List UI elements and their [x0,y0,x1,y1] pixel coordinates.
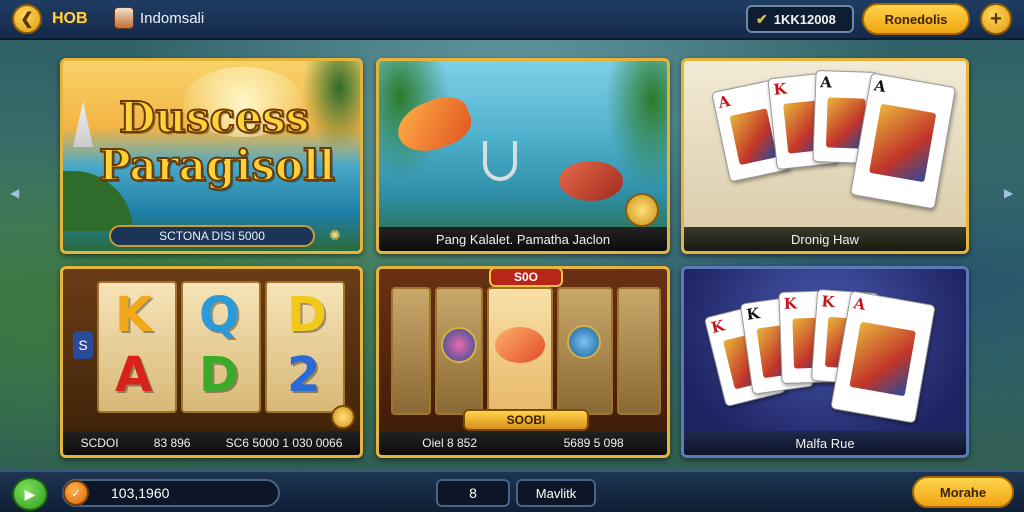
slot-symbol: K [115,287,153,343]
sailboat-icon [73,101,93,147]
game-title-line1: Duscess [118,92,310,143]
balance-value: 103,1960 [111,485,170,501]
gold-coins-icon [625,193,659,227]
coin-icon: ✓ [63,480,89,506]
caption-right: 5689 5 098 [563,436,624,450]
username: Indomsali [140,10,205,27]
hub-label[interactable]: HOB [52,10,88,28]
reel [391,287,431,415]
gold-coin-icon [331,405,355,429]
slot-symbol: D [287,287,327,343]
gem-symbol-icon [567,325,601,359]
check-icon: ✔ [756,10,768,27]
count-box[interactable]: 8 [436,479,510,507]
mode-button[interactable]: Mavlitk [516,479,596,507]
coin-value: 1KK12008 [773,11,836,27]
caption-right: SC6 5000 1 030 0066 [225,436,343,450]
game-caption: Malfa Rue [684,431,966,455]
caption-left: SCDOI [80,436,119,450]
menu-button[interactable]: Morahe [912,476,1014,508]
top-badge: S0O [489,269,563,287]
palm-right [303,61,360,151]
game-card-fishing[interactable]: Pang Kalalet. Pamatha Jaclon [376,58,670,254]
caption-mid: 83 896 [153,436,191,450]
scroll-left-icon[interactable]: ◀ [10,186,19,200]
crab-icon: ✺ [329,227,341,243]
slot-symbol: D [199,347,239,403]
game-caption: Oiel 8 852 5689 5 098 [379,431,667,455]
game-title-line2: Paragisoll [98,140,336,191]
fish-symbol-icon [495,327,545,363]
coin-counter: ✔ 1KK12008 [746,5,854,33]
play-button[interactable]: ▶ [12,477,48,511]
game-card-slots-letters[interactable]: S K Q D A D 2 SCDOI 83 896 SC6 5000 1 03… [60,266,363,458]
fish-icon [559,161,623,201]
reel [617,287,661,415]
bet-button[interactable]: SOOBI [463,409,589,431]
jackpot-banner: SCTONA DISI 5000 [109,225,315,247]
balance-box: ✓ 103,1960 [62,479,280,507]
scroll-right-icon[interactable]: ▶ [1004,186,1013,200]
arrow-left-icon: ❮ [20,11,34,28]
top-bar: ❮ HOB Indomsali ✔ 1KK12008 Ronedolis + [0,0,1024,40]
shell-symbol-icon [441,327,477,363]
hook-icon [483,141,517,181]
side-tag: S [73,331,93,359]
add-coins-button[interactable]: + [980,3,1012,35]
game-caption: SCDOI 83 896 SC6 5000 1 030 0066 [63,431,360,455]
game-card-beach[interactable]: Duscess Paragisoll SCTONA DISI 5000 ✺ [60,58,363,254]
game-card-slots-fish[interactable]: S0O SOOBI Oiel 8 852 5689 5 098 [376,266,670,458]
game-caption: Pang Kalalet. Pamatha Jaclon [379,227,667,251]
game-caption: Dronig Haw [684,227,966,251]
avatar-icon[interactable] [114,7,134,29]
rewards-button[interactable]: Ronedolis [862,3,970,35]
back-button[interactable]: ❮ [12,4,42,34]
slot-symbol: A [115,347,153,403]
slot-symbol: 2 [287,347,321,403]
game-card-blackjack[interactable]: K K K K A Malfa Rue [681,266,969,458]
slot-symbol: Q [199,287,240,343]
caption-left: Oiel 8 852 [422,436,477,450]
plus-icon: + [990,7,1002,30]
play-icon: ▶ [24,485,36,502]
game-card-poker[interactable]: A K A A Dronig Haw [681,58,969,254]
bottom-bar: ▶ ✓ 103,1960 8 Mavlitk Morahe [0,470,1024,512]
